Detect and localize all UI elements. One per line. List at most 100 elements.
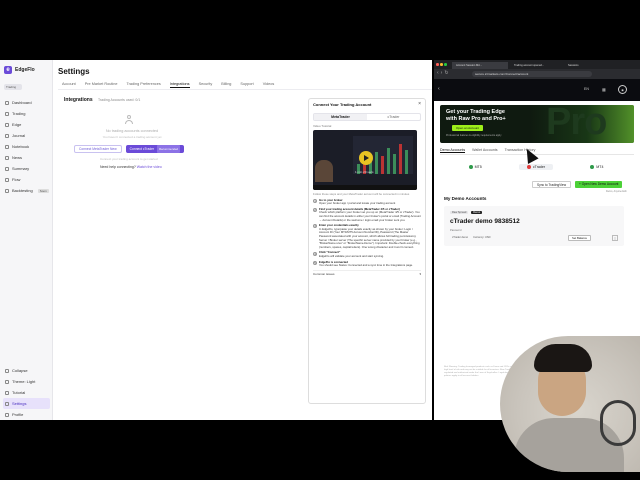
brand[interactable]: e EdgeFlo bbox=[4, 66, 35, 74]
language-selector[interactable]: EN bbox=[584, 87, 589, 91]
mt5-icon bbox=[468, 165, 473, 169]
account-name: cTrader demo 9838512 bbox=[450, 218, 520, 225]
sidebar-item-settings[interactable]: Settings bbox=[3, 398, 50, 409]
backtesting-icon bbox=[5, 188, 9, 193]
browser-tab[interactable]: Sessions bbox=[564, 62, 604, 69]
steps-hint: Follow these steps and your MetaTrader a… bbox=[313, 192, 410, 196]
sidebar-item-trading[interactable]: Trading bbox=[3, 108, 50, 119]
close-window-icon[interactable] bbox=[436, 63, 439, 66]
settings-tabs: Account Pre Market Routine Trading Prefe… bbox=[62, 82, 274, 88]
account-switcher[interactable]: Trading bbox=[4, 84, 22, 90]
sidebar-item-label: News bbox=[12, 155, 23, 160]
sidebar-item-label: Flow bbox=[12, 177, 21, 182]
empty-user-icon bbox=[125, 115, 133, 125]
platform-label: cTrader bbox=[532, 165, 546, 169]
browser-tab[interactable]: Account Session Mic... bbox=[452, 62, 508, 69]
minimize-window-icon[interactable] bbox=[440, 63, 443, 66]
apps-grid-icon[interactable]: ▦ bbox=[602, 87, 606, 92]
sidebar-item-dashboard[interactable]: Dashboard bbox=[3, 97, 50, 108]
sidebar-item-label: Tutorial bbox=[12, 390, 26, 395]
sidebar-item-label: Collapse bbox=[12, 368, 28, 373]
open-demo-account-button[interactable]: + Open New Demo Account bbox=[575, 181, 623, 188]
sync-tradingview-button[interactable]: Sync to TradingView bbox=[532, 181, 571, 188]
sidebar-item-notebook[interactable]: Notebook bbox=[3, 141, 50, 152]
tab-pre-market-routine[interactable]: Pre Market Routine bbox=[85, 82, 118, 88]
tab-demo-accounts[interactable]: Demo Accounts bbox=[440, 148, 466, 153]
tab-integrations[interactable]: Integrations bbox=[169, 82, 190, 88]
tab-security[interactable]: Security bbox=[199, 82, 213, 88]
sidebar-item-flow[interactable]: Flow bbox=[3, 174, 50, 185]
step-item: 2 Find your trading account details (Meta… bbox=[313, 206, 421, 222]
platform-mt5[interactable]: MT5 bbox=[461, 164, 490, 170]
browser-nav-icons[interactable]: ‹›↻ bbox=[437, 70, 451, 76]
help-prefix: Need help connecting? bbox=[100, 165, 136, 169]
video-controls[interactable] bbox=[313, 185, 417, 190]
gear-icon bbox=[5, 401, 9, 406]
browser-tab[interactable]: Trading account opened... bbox=[510, 62, 562, 69]
step-item: 5 EdgeFlo is connected You should see Stat… bbox=[313, 259, 413, 268]
promo-big-text: Pro bbox=[546, 105, 607, 143]
summary-icon bbox=[5, 166, 9, 171]
screen-frame: e EdgeFlo Trading Dashboard Trading Edge… bbox=[0, 60, 640, 472]
tab-support[interactable]: Support bbox=[240, 82, 253, 88]
connect-ctrader-button[interactable]: Connect cTrader Recommended bbox=[125, 145, 185, 153]
open-account-button[interactable]: Open an Account bbox=[452, 125, 484, 131]
user-avatar-icon[interactable]: ◉ bbox=[618, 85, 627, 94]
new-badge: New bbox=[110, 147, 117, 151]
close-icon[interactable]: × bbox=[418, 101, 421, 107]
ctrader-icon bbox=[526, 165, 531, 169]
step-text: You should see Status: Connected and a s… bbox=[319, 263, 413, 268]
account-actions: Sync to TradingView + Open New Demo Acco… bbox=[532, 181, 623, 188]
sidebar-bottom: Collapse Theme: Light Tutorial Settings … bbox=[3, 365, 50, 420]
main-content: Settings Account Pre Market Routine Trad… bbox=[58, 60, 432, 420]
sidebar-item-tutorial[interactable]: Tutorial bbox=[3, 387, 50, 398]
account-type-chip: Raw Spread bbox=[450, 211, 469, 214]
account-chips: Raw Spread Demo bbox=[450, 211, 483, 214]
my-demo-accounts-heading: My Demo Accounts bbox=[444, 196, 487, 201]
maximize-window-icon[interactable] bbox=[444, 63, 447, 66]
tutorial-icon bbox=[5, 390, 9, 395]
sidebar-item-collapse[interactable]: Collapse bbox=[3, 365, 50, 376]
play-icon[interactable] bbox=[359, 151, 373, 165]
button-label: Connect cTrader bbox=[129, 147, 155, 151]
platform-ctrader[interactable]: cTrader bbox=[518, 164, 554, 170]
sidebar-item-backtesting[interactable]: Backtesting Soon bbox=[3, 185, 50, 196]
tab-account[interactable]: Account bbox=[62, 82, 76, 88]
account-currency: Currency: USD bbox=[473, 236, 491, 239]
promo-title: Get your Trading Edge with Raw Pro and P… bbox=[446, 109, 506, 122]
set-balance-button[interactable]: Set Balance bbox=[568, 235, 592, 241]
sidebar-item-theme[interactable]: Theme: Light bbox=[3, 376, 50, 387]
account-server: cTrader demo bbox=[452, 236, 469, 239]
integrations-title: Integrations bbox=[64, 97, 93, 103]
browser-tabstrip: Account Session Mic... Trading account o… bbox=[434, 60, 640, 69]
sidebar-item-summary[interactable]: Summary bbox=[3, 163, 50, 174]
common-issues-toggle[interactable]: Common issues ▾ bbox=[313, 269, 421, 277]
tab-wallet-accounts[interactable]: Wallet Accounts bbox=[472, 148, 497, 153]
platform-mt4[interactable]: MT4 bbox=[582, 164, 611, 170]
sidebar-item-edge[interactable]: Edge bbox=[3, 119, 50, 130]
sidebar-item-news[interactable]: News bbox=[3, 152, 50, 163]
tab-ctrader[interactable]: cTrader bbox=[367, 114, 420, 120]
tab-videos[interactable]: Videos bbox=[263, 82, 275, 88]
site-header: ‹ EN ▦ ◉ bbox=[434, 79, 640, 101]
connect-metatrader-button[interactable]: Connect MetaTrader New bbox=[74, 145, 122, 153]
watch-video-link[interactable]: Watch the video bbox=[137, 165, 162, 169]
sidebar-item-profile[interactable]: Profile bbox=[3, 409, 50, 420]
more-options-icon[interactable]: ⋮ bbox=[612, 235, 618, 241]
flow-icon bbox=[5, 177, 9, 182]
step-item: 3 Enter your credentials exactly In EdgeFl… bbox=[313, 223, 420, 249]
theme-icon bbox=[5, 379, 9, 384]
collapse-icon bbox=[5, 368, 9, 373]
url-field[interactable]: secure.ictmarkets.com/Connect/account bbox=[472, 71, 592, 77]
sidebar-item-journal[interactable]: Journal bbox=[3, 130, 50, 141]
sidebar-item-label: Settings bbox=[12, 401, 27, 406]
tab-trading-preferences[interactable]: Trading Preferences bbox=[126, 82, 160, 88]
sidebar-item-label: Summary bbox=[12, 166, 30, 171]
steps-list: Follow these steps and your MetaTrader a… bbox=[313, 192, 421, 277]
recommended-badge: Recommended bbox=[157, 145, 181, 153]
back-arrow-icon[interactable]: ‹ bbox=[438, 86, 440, 92]
tutorial-video[interactable]: 1 min 20 secs bbox=[313, 130, 417, 190]
tab-metatrader[interactable]: MetaTrader bbox=[314, 114, 367, 120]
dashboard-icon bbox=[5, 100, 9, 105]
tab-billing[interactable]: Billing bbox=[221, 82, 231, 88]
